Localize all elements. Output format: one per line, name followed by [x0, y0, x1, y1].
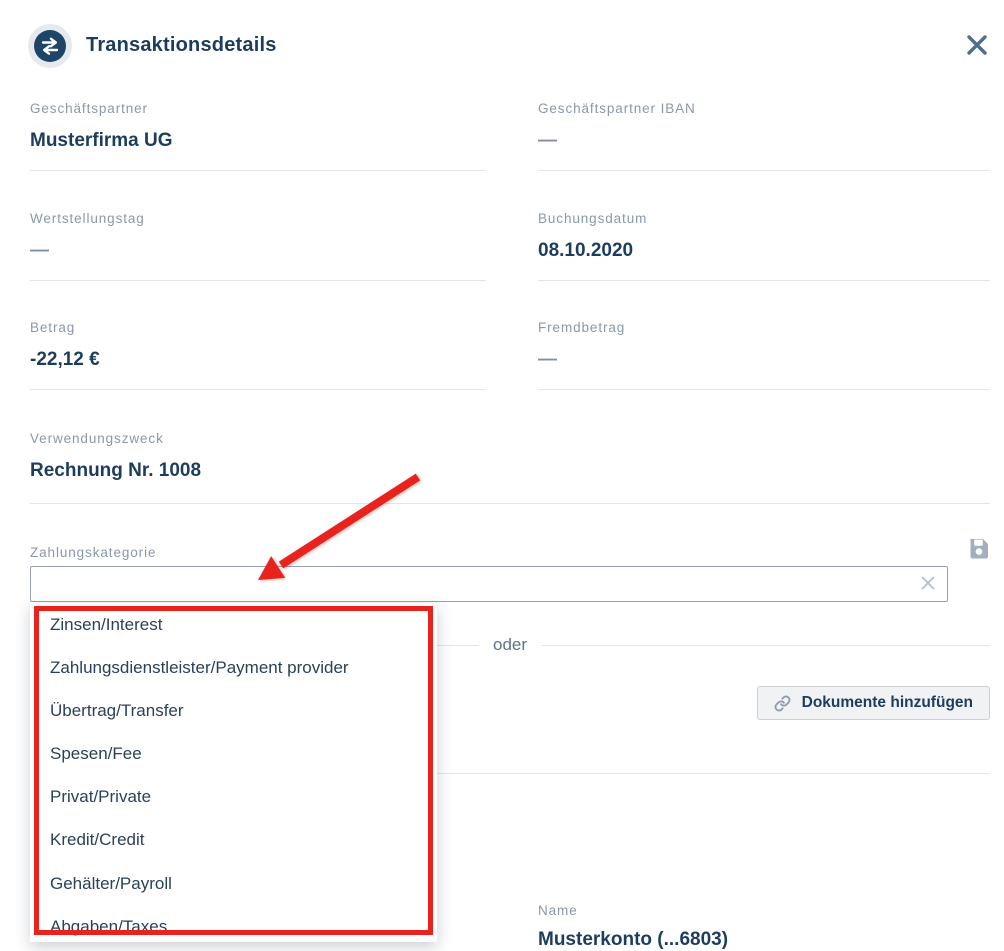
- field-divider: [538, 170, 990, 171]
- field-label: Betrag: [30, 320, 486, 336]
- oder-label: oder: [493, 635, 527, 655]
- add-documents-button[interactable]: Dokumente hinzufügen: [757, 686, 990, 720]
- field-verwendungszweck: Verwendungszweck Rechnung Nr. 1008: [30, 431, 486, 483]
- account-name-value: Musterkonto (...6803): [538, 929, 728, 951]
- close-button[interactable]: [963, 31, 991, 59]
- field-value: 08.10.2020: [538, 239, 990, 263]
- save-icon: [968, 538, 989, 559]
- dropdown-item[interactable]: Kredit/Credit: [30, 818, 437, 861]
- field-divider: [30, 280, 486, 281]
- field-wertstellungstag: Wertstellungstag —: [30, 211, 486, 281]
- field-divider: [538, 280, 990, 281]
- field-value: —: [30, 239, 486, 263]
- clear-icon: [919, 574, 937, 592]
- field-value: -22,12 €: [30, 348, 486, 372]
- dropdown-item[interactable]: Abgaben/Taxes: [30, 905, 437, 942]
- field-divider: [30, 389, 486, 390]
- save-button[interactable]: [967, 538, 989, 560]
- field-label: Wertstellungstag: [30, 211, 486, 227]
- divider-line: [541, 645, 990, 646]
- field-value: Rechnung Nr. 1008: [30, 459, 486, 483]
- account-name-label: Name: [538, 903, 578, 918]
- category-label: Zahlungskategorie: [30, 545, 156, 560]
- add-documents-label: Dokumente hinzufügen: [802, 694, 973, 712]
- field-fremdbetrag: Fremdbetrag —: [538, 320, 990, 390]
- field-value: Musterfirma UG: [30, 129, 486, 153]
- dropdown-item[interactable]: Zahlungsdienstleister/Payment provider: [30, 646, 437, 689]
- field-value: —: [538, 129, 990, 153]
- dropdown-item[interactable]: Zinsen/Interest: [30, 603, 437, 646]
- dropdown-item[interactable]: Spesen/Fee: [30, 732, 437, 775]
- field-label: Geschäftspartner: [30, 101, 486, 117]
- field-value: —: [538, 348, 990, 372]
- field-geschaeftspartner: Geschäftspartner Musterfirma UG: [30, 101, 486, 171]
- dropdown-item[interactable]: Übertrag/Transfer: [30, 689, 437, 732]
- field-betrag: Betrag -22,12 €: [30, 320, 486, 390]
- clear-input-button[interactable]: [918, 574, 938, 594]
- page-title: Transaktionsdetails: [86, 34, 277, 57]
- field-label: Buchungsdatum: [538, 211, 990, 227]
- transaction-details-dialog: Transaktionsdetails Geschäftspartner Mus…: [0, 0, 1004, 942]
- section-divider: [30, 503, 990, 504]
- transfer-icon: [28, 24, 72, 68]
- close-icon: [964, 32, 990, 58]
- field-label: Geschäftspartner IBAN: [538, 101, 990, 117]
- dropdown-item[interactable]: Gehälter/Payroll: [30, 862, 437, 905]
- field-buchungsdatum: Buchungsdatum 08.10.2020: [538, 211, 990, 281]
- field-geschaeftspartner-iban: Geschäftspartner IBAN —: [538, 101, 990, 171]
- link-icon: [774, 695, 791, 712]
- dropdown-item[interactable]: Privat/Private: [30, 775, 437, 818]
- field-divider: [30, 170, 486, 171]
- field-divider: [538, 389, 990, 390]
- category-dropdown: Zinsen/InterestZahlungsdienstleister/Pay…: [30, 603, 437, 942]
- category-input[interactable]: [30, 566, 948, 602]
- field-label: Verwendungszweck: [30, 431, 486, 447]
- field-label: Fremdbetrag: [538, 320, 990, 336]
